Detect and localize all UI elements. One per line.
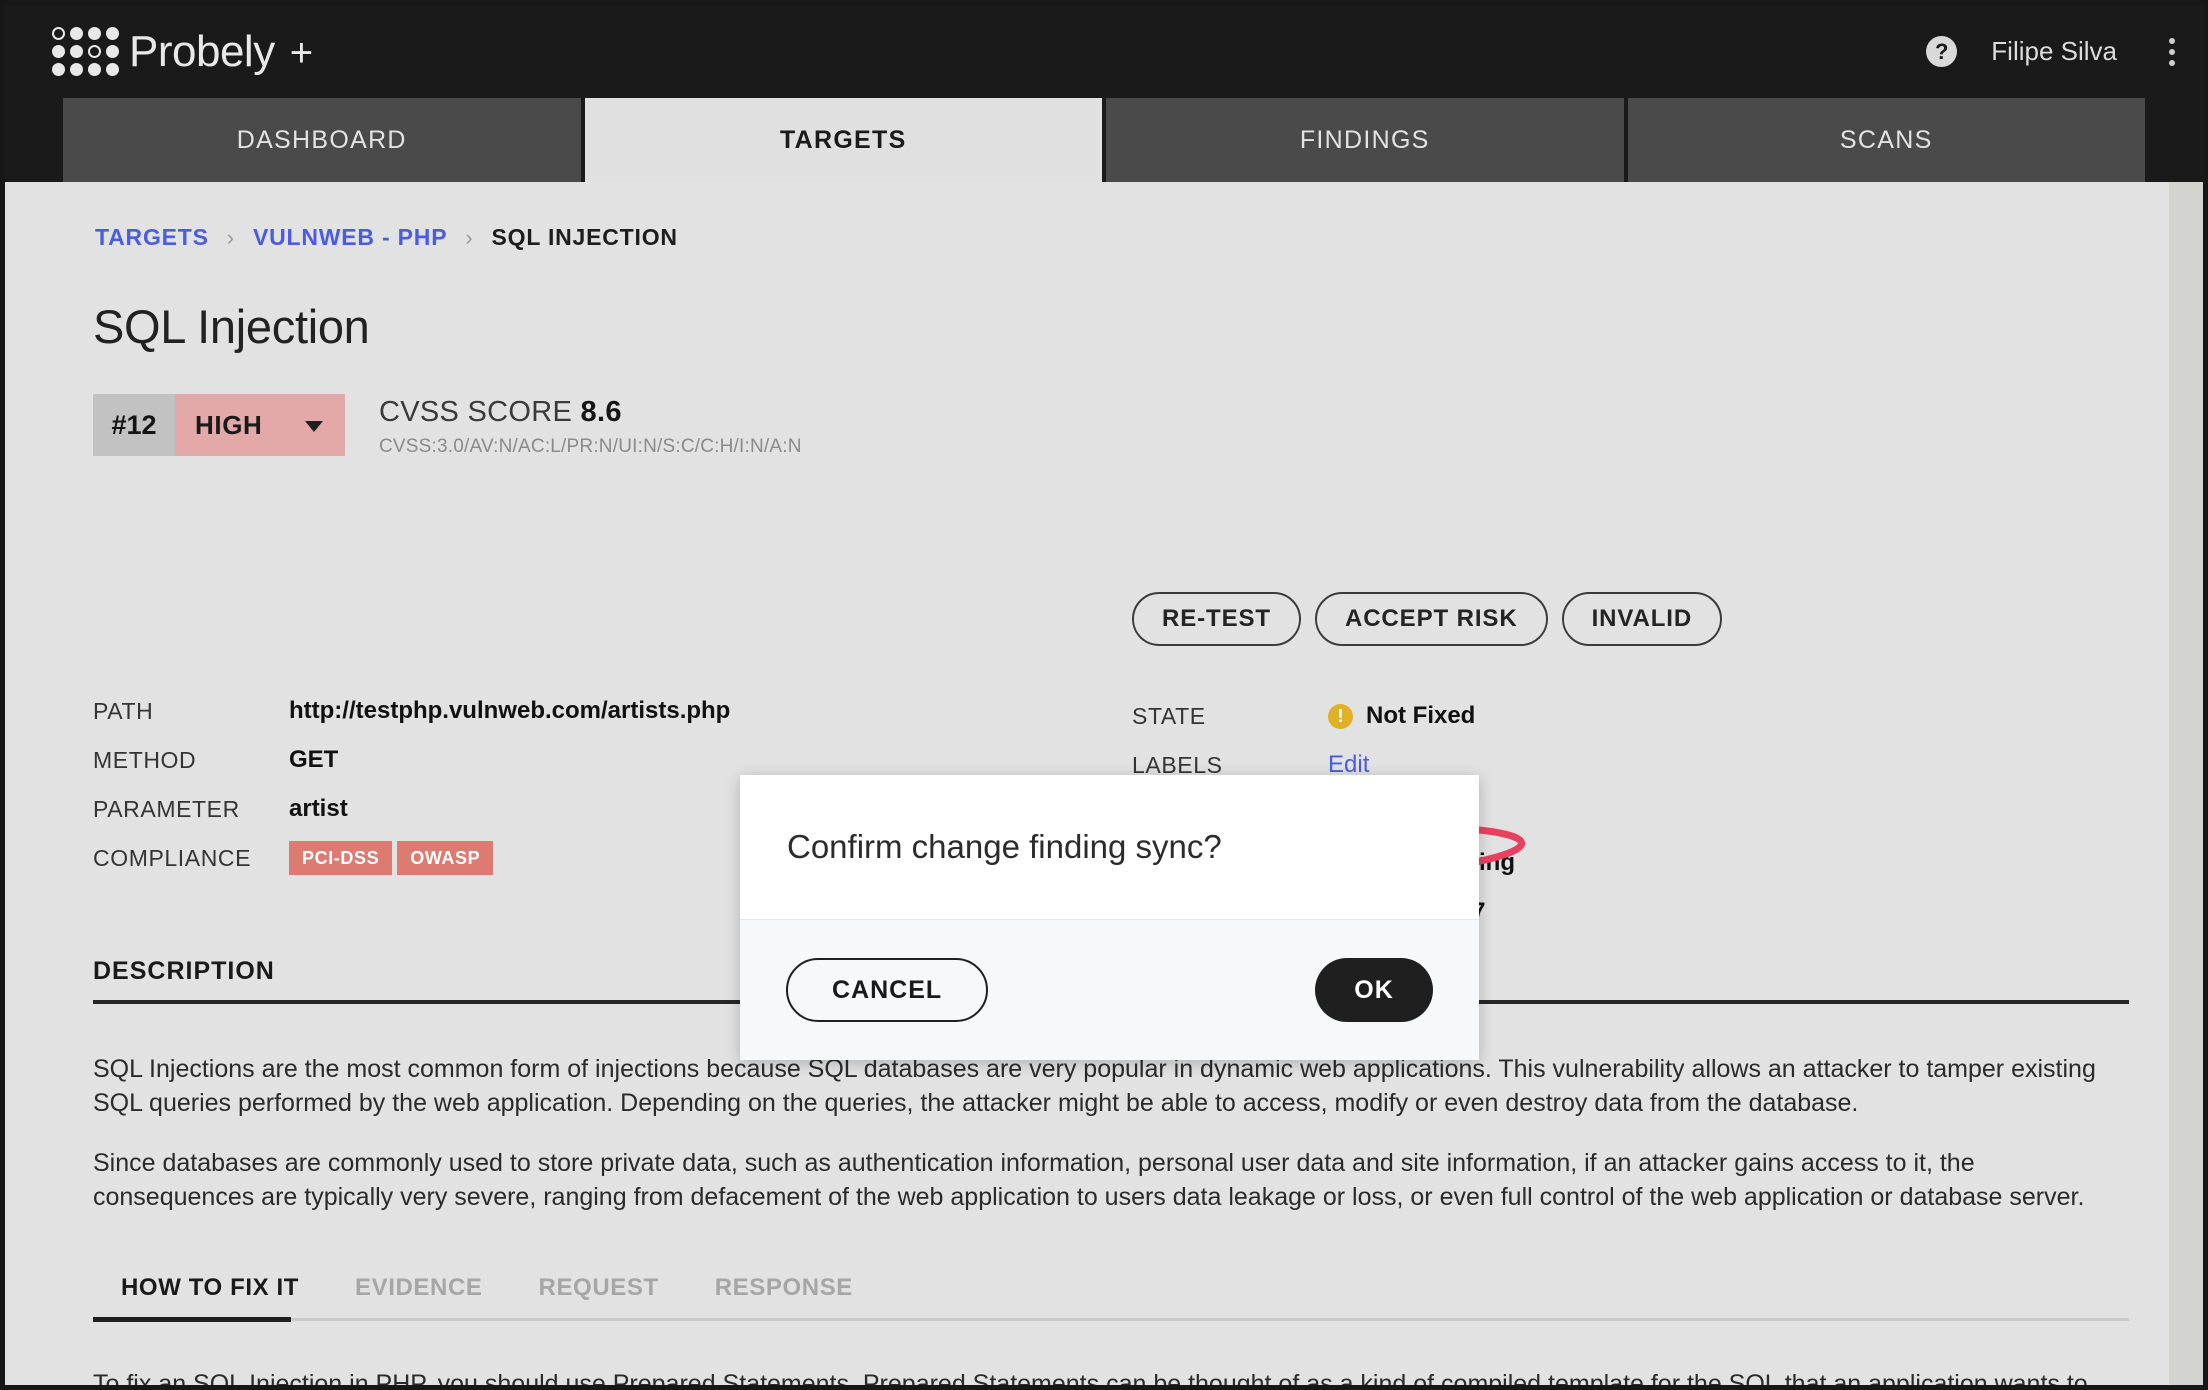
detail-label: PATH bbox=[93, 697, 154, 724]
severity-select[interactable]: HIGH bbox=[175, 394, 345, 456]
nav-tab-scans[interactable]: SCANS bbox=[1627, 98, 2145, 182]
re-test-button[interactable]: RE-TEST bbox=[1132, 592, 1301, 646]
cvss-score-value: 8.6 bbox=[580, 396, 622, 428]
probely-dot-grid-icon bbox=[52, 27, 119, 76]
detail-row-parameter: PARAMETER artist bbox=[93, 785, 793, 833]
user-name[interactable]: Filipe Silva bbox=[1991, 36, 2117, 67]
finding-actions: RE-TEST ACCEPT RISK INVALID bbox=[1132, 592, 1723, 646]
how-to-fix-body: To fix an SQL Injection in PHP, you shou… bbox=[93, 1367, 2133, 1385]
app-window: Probely + ? Filipe Silva DASHBOARD TARGE… bbox=[0, 0, 2208, 1390]
dialog-footer: CANCEL OK bbox=[740, 919, 1479, 1060]
invalid-button[interactable]: INVALID bbox=[1561, 592, 1723, 646]
compliance-tag-owasp: OWASP bbox=[397, 841, 494, 875]
help-icon[interactable]: ? bbox=[1926, 36, 1958, 67]
description-paragraph-1: SQL Injections are the most common form … bbox=[93, 1055, 2096, 1117]
detail-row-state: STATE ! Not Fixed bbox=[1132, 692, 1752, 740]
ok-button[interactable]: OK bbox=[1315, 958, 1433, 1022]
severity-value: HIGH bbox=[195, 409, 263, 440]
warning-icon: ! bbox=[1328, 703, 1353, 729]
dialog-title: Confirm change finding sync? bbox=[787, 828, 1222, 865]
accept-risk-button[interactable]: ACCEPT RISK bbox=[1314, 592, 1548, 646]
top-bar: Probely + ? Filipe Silva bbox=[5, 5, 2203, 98]
detail-label: METHOD bbox=[93, 746, 197, 773]
main-nav-tabs: DASHBOARD TARGETS FINDINGS SCANS bbox=[5, 98, 2203, 182]
cvss-block: CVSS SCORE 8.6 CVSS:3.0/AV:N/AC:L/PR:N/U… bbox=[379, 394, 802, 458]
finding-id-badge: #12 bbox=[93, 394, 175, 456]
cvss-score-line: CVSS SCORE 8.6 bbox=[379, 396, 802, 429]
nav-tab-findings[interactable]: FINDINGS bbox=[1106, 98, 1624, 182]
cancel-button[interactable]: CANCEL bbox=[786, 958, 989, 1022]
page-title: SQL Injection bbox=[93, 300, 370, 353]
subtabs-row: HOW TO FIX IT EVIDENCE REQUEST RESPONSE bbox=[93, 1274, 2129, 1318]
detail-row-path: PATH http://testphp.vulnweb.com/artists.… bbox=[93, 687, 793, 735]
detail-value-path[interactable]: http://testphp.vulnweb.com/artists.php bbox=[289, 697, 730, 725]
chevron-down-icon bbox=[305, 421, 323, 432]
vertical-scrollbar[interactable] bbox=[2169, 182, 2203, 1385]
description-paragraph-2: Since databases are commonly used to sto… bbox=[93, 1149, 2085, 1211]
subtabs-divider bbox=[93, 1317, 2129, 1322]
detail-label: STATE bbox=[1132, 702, 1206, 729]
brand-name: Probely bbox=[129, 26, 275, 76]
breadcrumb-separator-icon: › bbox=[226, 224, 235, 250]
tab-how-to-fix-it[interactable]: HOW TO FIX IT bbox=[93, 1274, 327, 1318]
breadcrumb: TARGETS › VULNWEB - PHP › SQL INJECTION bbox=[95, 224, 2169, 251]
breadcrumb-item-targets[interactable]: TARGETS bbox=[95, 224, 209, 251]
tab-evidence[interactable]: EVIDENCE bbox=[327, 1274, 511, 1318]
tab-response[interactable]: RESPONSE bbox=[687, 1274, 881, 1318]
detail-label: PARAMETER bbox=[93, 795, 240, 822]
brand-plus-icon: + bbox=[289, 30, 314, 75]
top-bar-right: ? Filipe Silva bbox=[1926, 32, 2181, 72]
breadcrumb-item-vulnweb-php[interactable]: VULNWEB - PHP bbox=[253, 224, 447, 251]
confirm-sync-dialog: Confirm change finding sync? CANCEL OK bbox=[740, 775, 1479, 1060]
detail-row-compliance: COMPLIANCE PCI-DSS OWASP bbox=[93, 834, 793, 882]
tab-request[interactable]: REQUEST bbox=[511, 1274, 687, 1318]
cvss-score-label: CVSS SCORE bbox=[379, 396, 573, 428]
more-options-icon[interactable] bbox=[2163, 32, 2181, 72]
state-value: Not Fixed bbox=[1366, 702, 1476, 729]
cvss-vector: CVSS:3.0/AV:N/AC:L/PR:N/UI:N/S:C/C:H/I:N… bbox=[379, 436, 802, 457]
compliance-tags: PCI-DSS OWASP bbox=[289, 841, 494, 875]
detail-value-parameter: artist bbox=[289, 795, 348, 822]
detail-row-method: METHOD GET bbox=[93, 736, 793, 784]
detail-subtabs: HOW TO FIX IT EVIDENCE REQUEST RESPONSE bbox=[93, 1274, 2129, 1322]
compliance-tag-pci-dss: PCI-DSS bbox=[289, 841, 393, 875]
finding-meta-strip: #12 HIGH CVSS SCORE 8.6 CVSS:3.0/AV:N/AC… bbox=[93, 394, 2169, 458]
brand-logo[interactable]: Probely + bbox=[52, 27, 313, 76]
detail-value-method: GET bbox=[289, 746, 339, 773]
dialog-header: Confirm change finding sync? bbox=[740, 775, 1479, 919]
breadcrumb-separator-icon: › bbox=[465, 224, 474, 250]
howtofix-paragraph-1: To fix an SQL Injection in PHP, you shou… bbox=[93, 1370, 2088, 1385]
active-tab-indicator bbox=[93, 1317, 291, 1322]
description-body: SQL Injections are the most common form … bbox=[93, 1052, 2133, 1240]
breadcrumb-item-current: SQL INJECTION bbox=[491, 224, 678, 250]
detail-label: COMPLIANCE bbox=[93, 844, 252, 871]
nav-tab-targets[interactable]: TARGETS bbox=[584, 98, 1102, 182]
status-badge: ! Not Fixed bbox=[1328, 702, 1475, 730]
nav-tab-dashboard[interactable]: DASHBOARD bbox=[63, 98, 581, 182]
finding-details-left: PATH http://testphp.vulnweb.com/artists.… bbox=[93, 687, 793, 882]
